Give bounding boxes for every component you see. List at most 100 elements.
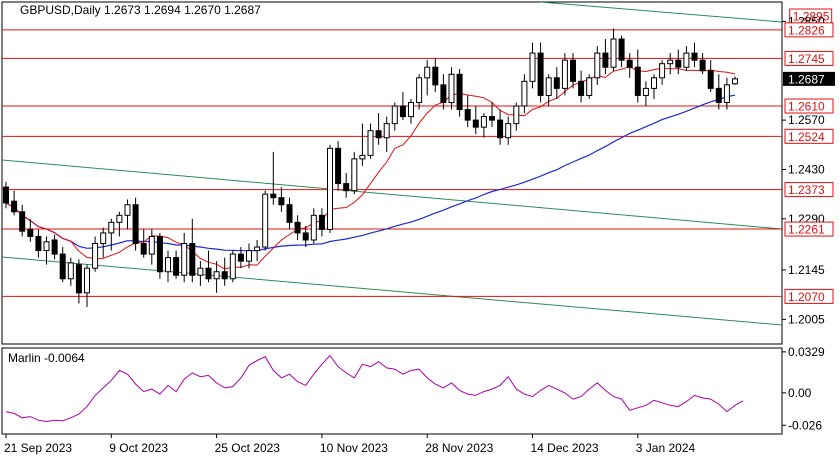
candle-body (310, 214, 317, 241)
current-price-label: 1.2687 (788, 72, 825, 86)
candle-body (270, 193, 277, 199)
candle (132, 197, 139, 251)
indicator-tick-label: -0.026 (788, 418, 822, 432)
candle (229, 250, 236, 283)
time-tick-label: 10 Nov 2023 (320, 441, 388, 455)
candle-body (416, 77, 423, 103)
candle-body (659, 63, 666, 79)
candle-body (594, 52, 601, 79)
candle-body (359, 154, 366, 160)
candle-body (116, 214, 123, 223)
candle-body (51, 239, 58, 255)
candle (456, 68, 463, 117)
candle-body (19, 211, 26, 232)
candle-body (529, 52, 536, 82)
candle-body (383, 123, 390, 139)
candle-body (286, 204, 293, 223)
chart-canvas: 1.2895 1.28501.25701.24301.22901.21451.2… (1, 1, 835, 455)
symbol-info-label: GBPUSD,Daily 1.2673 1.2694 1.2670 1.2687 (20, 3, 261, 17)
candle-body (318, 214, 325, 230)
candle-body (432, 66, 439, 86)
candle-body (618, 38, 625, 61)
candle-body (108, 221, 115, 234)
candle-body (100, 232, 107, 245)
candle-body (246, 250, 252, 262)
candle-body (165, 257, 171, 273)
candle-body (489, 116, 495, 121)
level-label: 1.2610 (788, 100, 825, 114)
candle-body (464, 109, 471, 121)
candle-body (67, 262, 74, 280)
candle-body (278, 197, 285, 206)
candle-body (3, 186, 9, 204)
candle-body (391, 105, 398, 125)
candle-body (75, 264, 82, 294)
candle-body (254, 246, 261, 252)
candle-body (610, 38, 617, 68)
candle (586, 74, 593, 99)
indicator-tick-label: 0.00 (788, 386, 812, 400)
candle-body (221, 271, 228, 280)
candle-body (683, 52, 690, 68)
candle-body (156, 235, 163, 273)
candle-body (399, 105, 406, 118)
candle-body (351, 158, 358, 192)
time-tick-label: 28 Nov 2023 (425, 441, 493, 455)
candle-body (213, 271, 220, 280)
candle-body (92, 243, 99, 269)
candle-body (367, 130, 374, 156)
candle-body (375, 130, 382, 139)
price-axis: 1.28501.25701.24301.22901.21451.20051.28… (782, 14, 835, 432)
candle-body (440, 84, 447, 103)
indicator-panel (1, 347, 783, 435)
candle-body (27, 228, 34, 237)
candle-body (651, 77, 657, 89)
candle-body (140, 243, 147, 255)
candle-body (675, 59, 682, 68)
candle-body (173, 257, 180, 276)
candle-body (343, 183, 350, 192)
candle-body (732, 78, 738, 85)
candle-body (561, 59, 568, 89)
candle-body (537, 52, 544, 96)
candle-body (294, 221, 301, 234)
candle-body (513, 105, 520, 125)
candle-body (545, 77, 552, 96)
time-tick-label: 25 Oct 2023 (215, 441, 281, 455)
level-label: 1.2070 (788, 290, 825, 304)
level-label: 1.2524 (788, 130, 825, 144)
candle-body (124, 204, 131, 216)
candle-body (335, 147, 342, 185)
candle-body (448, 73, 455, 103)
candle-body (43, 241, 50, 252)
candle-body (570, 59, 576, 82)
price-tick-label: 1.2145 (788, 263, 825, 277)
time-tick-label: 9 Oct 2023 (109, 441, 168, 455)
candle-body (148, 235, 155, 255)
candle (156, 232, 163, 279)
candle-body (723, 84, 730, 103)
time-tick-label: 3 Jan 2024 (636, 441, 696, 455)
price-frame (1, 1, 783, 345)
candle-body (691, 52, 698, 61)
candle-body (707, 70, 714, 89)
level-label: 1.2826 (788, 23, 825, 37)
price-panel: 1.2895 (1, 1, 833, 345)
candle-body (189, 243, 196, 276)
candle-body (327, 147, 333, 230)
candle-body (472, 119, 479, 128)
price-tick-label: 1.2570 (788, 113, 825, 127)
price-tick-label: 1.2430 (788, 162, 825, 176)
candle-body (497, 119, 504, 139)
candle-body (181, 243, 188, 276)
candle-body (602, 52, 609, 68)
candle-body (35, 235, 42, 252)
candle-body (505, 123, 512, 139)
candle-body (132, 204, 139, 245)
time-axis: 21 Sep 2023 9 Oct 2023 25 Oct 2023 10 Nov 2… (4, 434, 696, 455)
time-tick-label: 14 Dec 2023 (531, 441, 599, 455)
indicator-frame (1, 347, 783, 435)
level-label: 1.2373 (788, 183, 825, 197)
candle-body (237, 253, 244, 262)
candle-body (205, 267, 212, 280)
